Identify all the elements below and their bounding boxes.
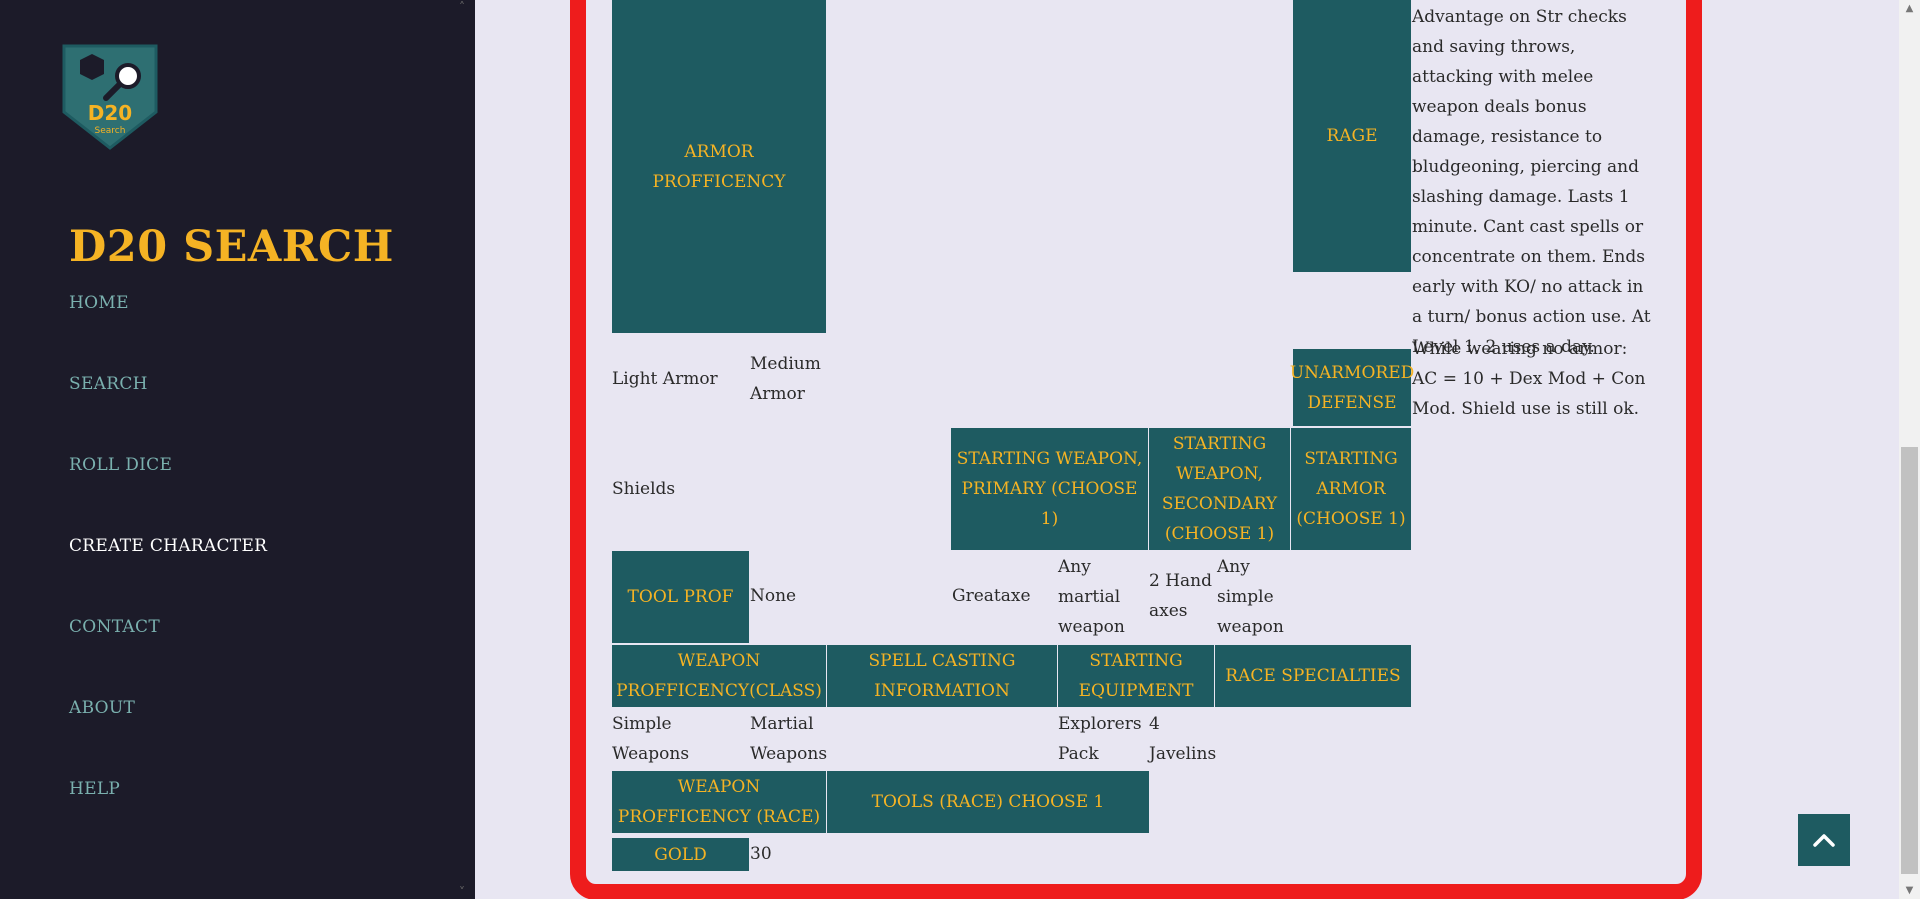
scroll-up-arrow-icon[interactable]: ▲ bbox=[1899, 0, 1920, 17]
scroll-down-arrow-icon[interactable]: ▼ bbox=[1899, 882, 1920, 899]
unarmored-defense-header: UNARMORED DEFENSE bbox=[1290, 349, 1414, 426]
primary-weapon-any-martial: Any martial weapon bbox=[1058, 557, 1125, 637]
weapon-prof-class-header: WEAPON PROFFICENCY(CLASS) bbox=[612, 645, 826, 707]
nav-roll-dice[interactable]: ROLL DICE bbox=[69, 450, 267, 531]
page-scroll-thumb[interactable] bbox=[1901, 447, 1918, 874]
armor-item-light: Light Armor bbox=[612, 369, 718, 389]
tool-prof-value: None bbox=[750, 586, 797, 606]
gold-value: 30 bbox=[750, 844, 772, 864]
page-scrollbar[interactable]: ▲ ▼ bbox=[1899, 0, 1920, 899]
nav-contact[interactable]: CONTACT bbox=[69, 612, 267, 693]
starting-weapon-primary-header: STARTING WEAPON, PRIMARY (CHOOSE 1) bbox=[951, 428, 1148, 550]
primary-weapon-greataxe: Greataxe bbox=[952, 586, 1031, 606]
starting-weapon-secondary-header: STARTING WEAPON, SECONDARY (CHOOSE 1) bbox=[1149, 428, 1290, 550]
sidebar: ˄ D20 Search D20 SEARCH HOME SEARCH ROLL… bbox=[0, 0, 475, 899]
nav-home[interactable]: HOME bbox=[69, 288, 267, 369]
unarmored-defense-description: While wearing no armor: AC = 10 + Dex Mo… bbox=[1412, 339, 1646, 419]
starting-equipment-header: STARTING EQUIPMENT bbox=[1058, 645, 1214, 707]
starting-equipment-javelins: 4 Javelins bbox=[1149, 714, 1217, 764]
weapon-prof-class-simple: Simple Weapons bbox=[612, 714, 690, 764]
spell-casting-header: SPELL CASTING INFORMATION bbox=[827, 645, 1057, 707]
site-title[interactable]: D20 SEARCH bbox=[69, 222, 394, 272]
rage-header: RAGE bbox=[1293, 0, 1411, 272]
starting-armor-header: STARTING ARMOR (CHOOSE 1) bbox=[1291, 428, 1411, 550]
weapon-prof-race-header: WEAPON PROFFICENCY (RACE) bbox=[612, 771, 826, 833]
sidebar-scroll-up-icon[interactable]: ˄ bbox=[455, 0, 469, 14]
tool-prof-header: TOOL PROF bbox=[612, 551, 749, 643]
armor-item-shields: Shields bbox=[612, 479, 676, 499]
secondary-weapon-hand-axes: 2 Hand axes bbox=[1149, 571, 1213, 621]
gold-header: GOLD bbox=[612, 838, 749, 871]
logo-text: D20 bbox=[88, 101, 132, 125]
site-logo[interactable]: D20 Search bbox=[62, 42, 158, 152]
chevron-up-icon bbox=[1813, 834, 1835, 847]
tools-race-header: TOOLS (RACE) CHOOSE 1 bbox=[827, 771, 1149, 833]
back-to-top-button[interactable] bbox=[1798, 814, 1850, 866]
weapon-prof-class-martial: Martial Weapons bbox=[750, 714, 828, 764]
nav-search[interactable]: SEARCH bbox=[69, 369, 267, 450]
logo-subtext: Search bbox=[95, 126, 126, 136]
main-nav: HOME SEARCH ROLL DICE CREATE CHARACTER C… bbox=[69, 288, 267, 855]
nav-about[interactable]: ABOUT bbox=[69, 693, 267, 774]
secondary-weapon-any-simple: Any simple weapon bbox=[1217, 557, 1284, 637]
starting-equipment-explorers-pack: Explorers Pack bbox=[1058, 714, 1142, 764]
nav-help[interactable]: HELP bbox=[69, 774, 267, 855]
sidebar-scroll-down-icon[interactable]: ˅ bbox=[455, 885, 469, 899]
nav-create-character[interactable]: CREATE CHARACTER bbox=[69, 531, 267, 612]
armor-item-medium: Medium Armor bbox=[750, 354, 821, 404]
race-specialties-header: RACE SPECIALTIES bbox=[1215, 645, 1411, 707]
rage-description: Advantage on Str checks and saving throw… bbox=[1412, 7, 1651, 357]
armor-proficiency-header: ARMOR PROFFICENCY bbox=[612, 0, 826, 333]
